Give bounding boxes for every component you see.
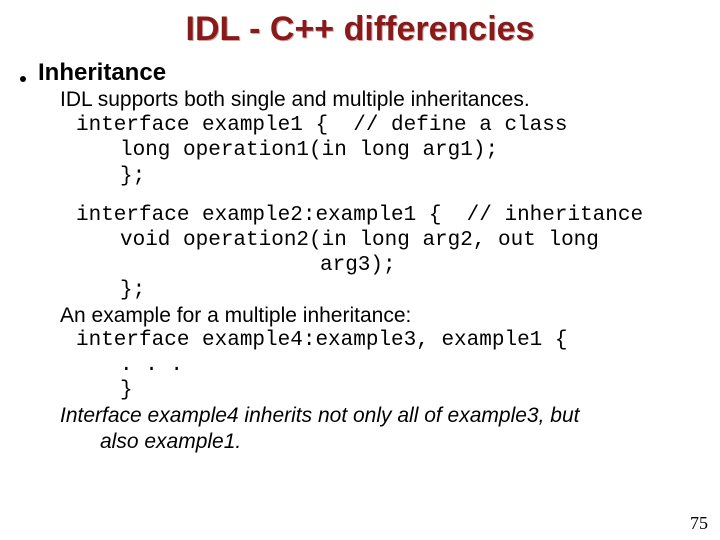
code-block3-line3: } xyxy=(120,378,700,403)
spacer xyxy=(20,189,700,203)
conclusion-line2: also example1. xyxy=(100,429,700,455)
slide-title: IDL - C++ differencies xyxy=(0,0,720,55)
bullet-label: Inheritance xyxy=(38,59,166,87)
bullet-inheritance: Inheritance xyxy=(20,59,700,87)
code-block2-line2: void operation2(in long arg2, out long xyxy=(120,228,700,253)
slide-body: Inheritance IDL supports both single and… xyxy=(0,59,720,456)
code-block3-line1: interface example4:example3, example1 { xyxy=(76,328,700,353)
bullet-dot-icon xyxy=(20,76,26,82)
multiple-inheritance-label: An example for a multiple inheritance: xyxy=(60,304,700,328)
code-block2-line1: interface example2:example1 { // inherit… xyxy=(76,203,700,228)
intro-text: IDL supports both single and multiple in… xyxy=(60,87,700,113)
page-number: 75 xyxy=(690,513,708,534)
code-block1-line3: }; xyxy=(120,164,700,189)
code-block2-line4: }; xyxy=(120,278,700,303)
code-block1-line2: long operation1(in long arg1); xyxy=(120,138,700,163)
code-block2-line3: arg3); xyxy=(320,253,700,278)
code-block3-line2: . . . xyxy=(120,353,700,378)
code-block1-line1: interface example1 { // define a class xyxy=(76,113,700,138)
conclusion-text: Interface example4 inherits not only all… xyxy=(60,403,700,456)
conclusion-line1: Interface example4 inherits not only all… xyxy=(60,404,579,427)
slide: IDL - C++ differencies Inheritance IDL s… xyxy=(0,0,720,540)
